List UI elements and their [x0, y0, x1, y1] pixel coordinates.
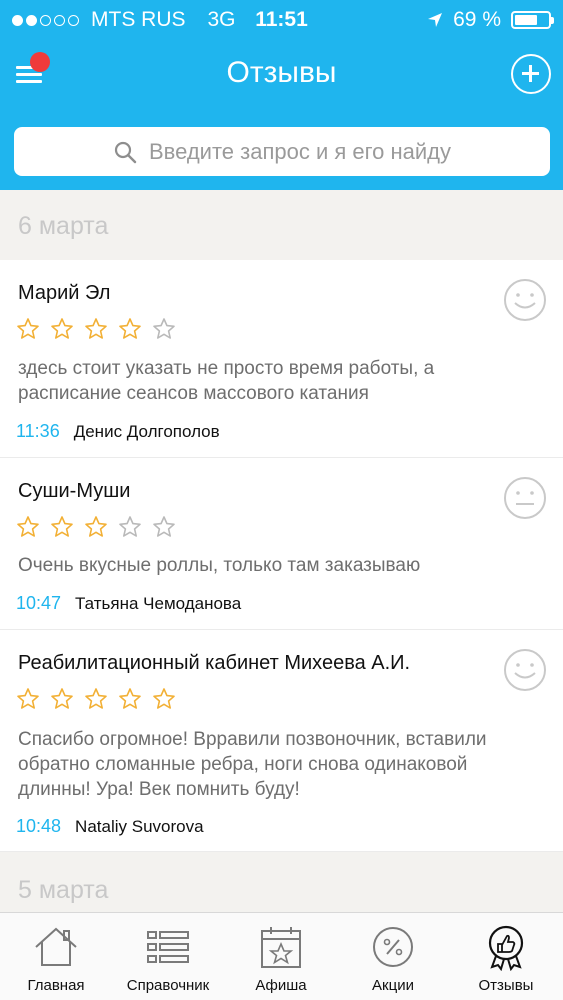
date-section-header: 5 марта: [0, 852, 563, 912]
review-time: 10:48: [16, 816, 62, 836]
rating-stars: [16, 687, 176, 711]
tab-reviews[interactable]: Отзывы: [450, 913, 562, 1000]
review-place: Марий Эл: [18, 282, 111, 304]
add-review-button[interactable]: [511, 54, 551, 94]
review-meta: 10:47 Татьяна Чемоданова: [16, 593, 241, 614]
date-section-header: 6 марта: [0, 190, 563, 260]
review-time: 10:47: [16, 593, 62, 613]
review-author: Денис Долгополов: [73, 422, 220, 441]
tab-events[interactable]: Афиша: [225, 913, 337, 1000]
star-filled-icon: [119, 688, 141, 709]
star-empty-icon: [153, 516, 175, 537]
review-meta: 11:36 Денис Долгополов: [16, 421, 220, 442]
tab-label: Афиша: [255, 977, 307, 994]
review-author: Nataliy Suvorova: [75, 817, 204, 836]
percent-badge-icon: [373, 927, 413, 967]
star-filled-icon: [85, 516, 107, 537]
review-card[interactable]: Марий Эл здесь стоит указать не просто в…: [0, 260, 563, 458]
network-type: 3G: [207, 8, 236, 31]
list-icon: [147, 931, 189, 963]
section-date: 5 марта: [18, 876, 109, 904]
review-card[interactable]: Суши-Муши Очень вкусные роллы, только та…: [0, 458, 563, 630]
section-date: 6 марта: [18, 212, 109, 240]
signal-strength-icon: [12, 14, 79, 26]
tab-bar: Главная Справочник Афиша Акции Отзывы: [0, 912, 563, 1000]
tab-label: Отзывы: [478, 977, 534, 994]
star-empty-icon: [153, 318, 175, 339]
star-filled-icon: [119, 318, 141, 339]
tab-label: Главная: [27, 977, 85, 994]
smile-face-icon: [504, 649, 546, 691]
carrier-name: MTS RUS: [91, 8, 186, 31]
nav-bar: Отзывы: [0, 40, 563, 110]
star-filled-icon: [85, 318, 107, 339]
star-filled-icon: [17, 688, 39, 709]
thumbs-up-award-icon: [488, 925, 524, 971]
review-author: Татьяна Чемоданова: [75, 594, 242, 613]
star-filled-icon: [85, 688, 107, 709]
review-place: Суши-Муши: [18, 480, 131, 502]
status-bar: MTS RUS 3G 11:51 69 %: [0, 0, 563, 40]
review-card[interactable]: Реабилитационный кабинет Михеева А.И. Сп…: [0, 630, 563, 852]
location-arrow-icon: [428, 13, 443, 27]
rating-stars: [16, 317, 176, 341]
review-meta: 10:48 Nataliy Suvorova: [16, 816, 204, 837]
star-filled-icon: [51, 318, 73, 339]
star-filled-icon: [17, 516, 39, 537]
neutral-face-icon: [504, 477, 546, 519]
tab-home[interactable]: Главная: [0, 913, 112, 1000]
star-empty-icon: [119, 516, 141, 537]
house-icon: [35, 927, 77, 966]
rating-stars: [16, 515, 176, 539]
review-text: Спасибо огромное! Врравили позвоночник, …: [18, 729, 487, 800]
battery-percent: 69 %: [453, 8, 501, 31]
tab-promotions[interactable]: Акции: [337, 913, 449, 1000]
search-input[interactable]: Введите запрос и я его найду: [14, 127, 550, 176]
search-placeholder: Введите запрос и я его найду: [148, 138, 452, 164]
review-time: 11:36: [16, 421, 60, 441]
status-left: MTS RUS 3G: [12, 8, 236, 32]
calendar-star-icon: [261, 927, 301, 968]
review-text: Очень вкусные роллы, только там заказыва…: [18, 555, 421, 576]
review-text: здесь стоит указать не просто время рабо…: [18, 358, 435, 404]
tab-directory[interactable]: Справочник: [112, 913, 224, 1000]
battery-fill: [515, 15, 538, 25]
star-filled-icon: [17, 318, 39, 339]
star-filled-icon: [51, 516, 73, 537]
tab-label: Акции: [372, 977, 414, 994]
page-title: Отзывы: [226, 56, 337, 89]
star-filled-icon: [153, 688, 175, 709]
search-icon: [114, 141, 137, 163]
star-filled-icon: [51, 688, 73, 709]
smile-face-icon: [504, 279, 546, 321]
battery-icon: [511, 11, 554, 29]
review-place: Реабилитационный кабинет Михеева А.И.: [18, 652, 411, 674]
app-header: MTS RUS 3G 11:51 69 % Отзывы Введите зап…: [0, 0, 563, 190]
status-right: 69 %: [427, 8, 554, 32]
tab-label: Справочник: [126, 977, 210, 994]
